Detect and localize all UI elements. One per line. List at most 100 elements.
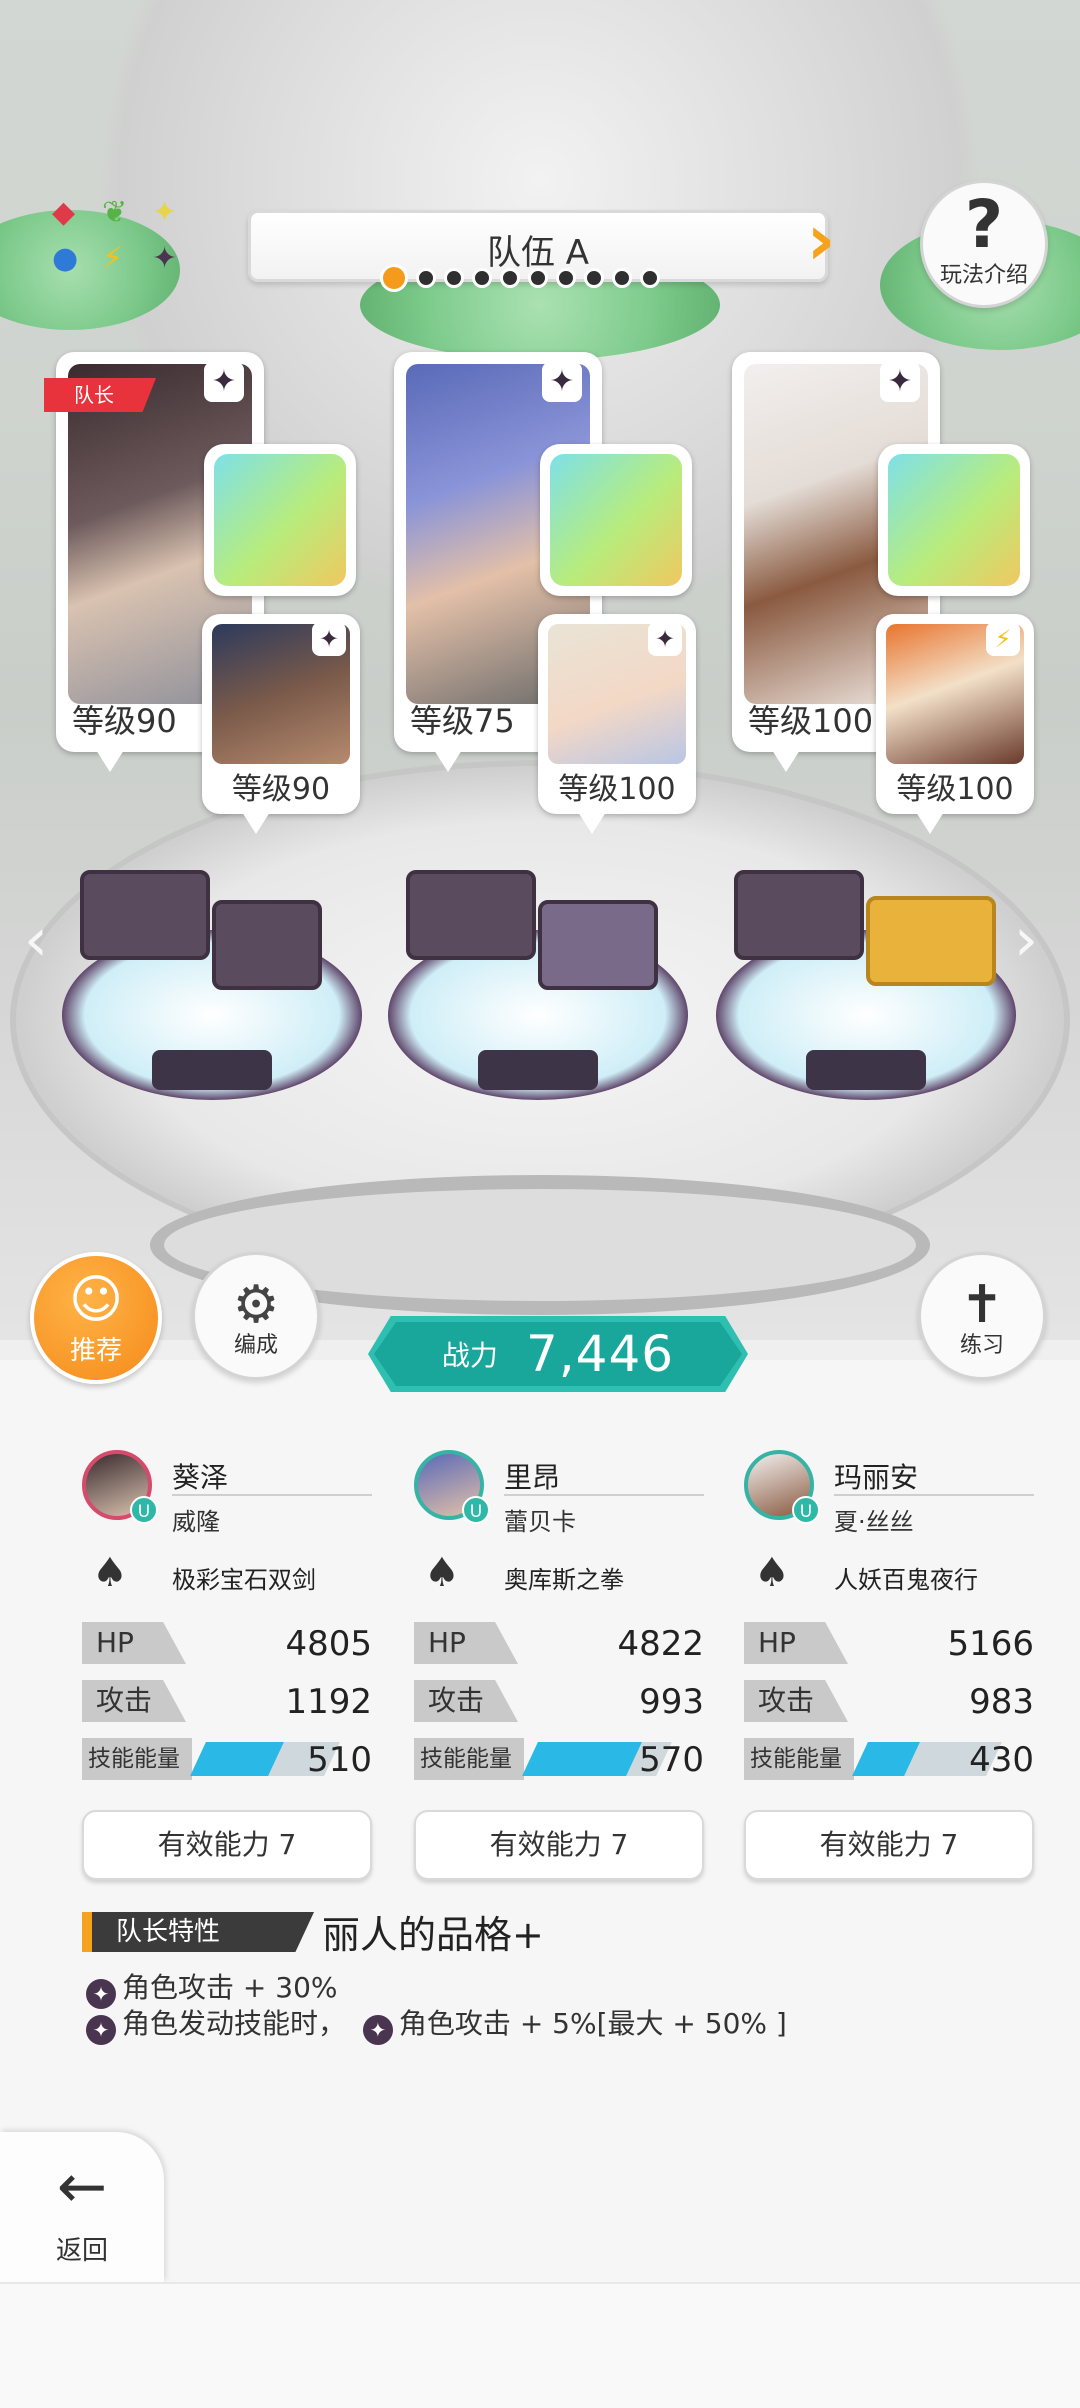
next-team-arrow[interactable]: › bbox=[796, 200, 846, 280]
formation-label: 编成 bbox=[233, 1333, 278, 1358]
effective-ability-button[interactable]: 有效能力 7 bbox=[744, 1810, 1034, 1880]
energy-label: 技能能量 bbox=[82, 1738, 192, 1780]
page-dot[interactable] bbox=[612, 268, 632, 288]
support-name: 威隆 bbox=[172, 1508, 220, 1536]
character-level: 等级90 bbox=[72, 702, 177, 740]
support-name: 夏·丝丝 bbox=[834, 1508, 914, 1536]
hp-label: HP bbox=[414, 1622, 518, 1664]
weapon-slot-3[interactable] bbox=[878, 444, 1030, 596]
scene-left-arrow[interactable]: ‹ bbox=[24, 905, 48, 975]
leader-tag: 队长 bbox=[44, 378, 156, 412]
bottom-bar bbox=[0, 2282, 1080, 2408]
page-dot[interactable] bbox=[584, 268, 604, 288]
weapon-icon bbox=[550, 454, 682, 586]
lightning-icon: ⚡ bbox=[102, 241, 124, 276]
pedestal-3 bbox=[716, 860, 1016, 1100]
hp-label: HP bbox=[744, 1622, 848, 1664]
hp-row: HP 4805 bbox=[82, 1622, 372, 1664]
leader-trait-line-2: ✦ 角色发动技能时， ✦ 角色攻击 + 5%[最大 + 50% ] bbox=[86, 2002, 787, 2045]
page-dot[interactable] bbox=[528, 268, 548, 288]
support-level: 等级90 bbox=[231, 772, 331, 807]
leaf-icon: ❦ bbox=[102, 195, 128, 230]
practice-label: 练习 bbox=[959, 1333, 1004, 1358]
scene-right-arrow[interactable]: › bbox=[1014, 905, 1038, 975]
hp-value: 4822 bbox=[617, 1624, 704, 1664]
energy-label: 技能能量 bbox=[744, 1738, 854, 1780]
unison-badge-icon: U bbox=[130, 1496, 158, 1524]
page-dot[interactable] bbox=[444, 268, 464, 288]
card-tail bbox=[242, 812, 270, 834]
practice-button[interactable]: ✝ 练习 bbox=[918, 1252, 1046, 1380]
unison-badge-icon: U bbox=[792, 1496, 820, 1524]
hp-value: 5166 bbox=[947, 1624, 1034, 1664]
name-divider bbox=[834, 1494, 1034, 1496]
formation-button[interactable]: ⚙ 编成 bbox=[192, 1252, 320, 1380]
page-dot[interactable] bbox=[472, 268, 492, 288]
support-level: 等级100 bbox=[896, 772, 1014, 807]
question-icon: ? bbox=[964, 186, 1004, 263]
dark-element-icon: ✦ bbox=[542, 362, 582, 402]
weapon-name: 人妖百鬼夜行 bbox=[834, 1566, 978, 1594]
pedestal-block bbox=[734, 870, 864, 960]
page-dot[interactable] bbox=[640, 268, 660, 288]
character-level: 等级75 bbox=[410, 702, 515, 740]
recommend-label: 推荐 bbox=[69, 1336, 122, 1366]
weapon-name: 极彩宝石双剑 bbox=[172, 1566, 316, 1594]
pedestal-plate bbox=[152, 1050, 272, 1090]
dark-element-icon: ✦ bbox=[204, 362, 244, 402]
dark-star-icon: ✦ bbox=[152, 241, 178, 276]
attack-row: 攻击 983 bbox=[744, 1680, 1034, 1722]
element-chart[interactable]: ◆ ❦ ✦ ● ⚡ ✦ bbox=[52, 198, 192, 288]
recommend-icon: ☺ bbox=[68, 1270, 124, 1330]
back-button[interactable]: ← 返回 bbox=[0, 2132, 164, 2282]
attack-row: 攻击 1192 bbox=[82, 1680, 372, 1722]
dark-element-icon: ✦ bbox=[880, 362, 920, 402]
page-dot[interactable] bbox=[556, 268, 576, 288]
help-label: 玩法介绍 bbox=[939, 263, 1028, 288]
weapon-icon bbox=[888, 454, 1020, 586]
pedestal-block bbox=[538, 900, 658, 990]
fire-diamond-icon: ◆ bbox=[52, 195, 76, 230]
arrow-left-icon: ← bbox=[56, 2152, 108, 2222]
dark-element-icon: ✦ bbox=[86, 2015, 116, 2045]
team-page-dots bbox=[380, 264, 660, 292]
trait-text: 角色攻击 + 5%[最大 + 50% ] bbox=[398, 2007, 787, 2040]
support-name: 蕾贝卡 bbox=[504, 1508, 576, 1536]
attack-value: 983 bbox=[969, 1682, 1034, 1722]
weapon-name: 奥库斯之拳 bbox=[504, 1566, 624, 1594]
pedestal-block bbox=[212, 900, 322, 990]
weapon-slot-2[interactable] bbox=[540, 444, 692, 596]
energy-value: 570 bbox=[639, 1740, 704, 1780]
weapon-type-icon: ♠ bbox=[92, 1550, 128, 1596]
attack-label: 攻击 bbox=[744, 1680, 848, 1722]
dark-element-icon: ✦ bbox=[312, 622, 346, 656]
support-character-card-1[interactable]: ✦ 等级90 bbox=[202, 614, 360, 834]
page-dot[interactable] bbox=[500, 268, 520, 288]
pedestal-plate bbox=[478, 1050, 598, 1090]
team-power-box: 战力 7,446 bbox=[368, 1316, 748, 1392]
sparkle-icon: ✦ bbox=[152, 195, 178, 230]
energy-value: 510 bbox=[307, 1740, 372, 1780]
effective-ability-button[interactable]: 有效能力 7 bbox=[414, 1810, 704, 1880]
help-button[interactable]: ? 玩法介绍 bbox=[920, 180, 1048, 308]
page-dot-active[interactable] bbox=[380, 264, 408, 292]
pedestal-block bbox=[80, 870, 210, 960]
energy-value: 430 bbox=[969, 1740, 1034, 1780]
power-label: 战力 bbox=[441, 1339, 498, 1372]
hp-row: HP 5166 bbox=[744, 1622, 1034, 1664]
page-dot[interactable] bbox=[416, 268, 436, 288]
hp-value: 4805 bbox=[285, 1624, 372, 1664]
weapon-slot-1[interactable] bbox=[204, 444, 356, 596]
support-character-card-3[interactable]: ⚡ 等级100 bbox=[876, 614, 1034, 834]
energy-row: 技能能量 430 bbox=[744, 1738, 1034, 1780]
support-character-card-2[interactable]: ✦ 等级100 bbox=[538, 614, 696, 834]
weapon-type-icon: ♠ bbox=[424, 1550, 460, 1596]
energy-row: 技能能量 570 bbox=[414, 1738, 704, 1780]
effective-ability-button[interactable]: 有效能力 7 bbox=[82, 1810, 372, 1880]
power-value: 7,446 bbox=[525, 1325, 675, 1383]
recommend-button[interactable]: ☺ 推荐 bbox=[30, 1252, 162, 1384]
card-tail bbox=[434, 750, 462, 772]
energy-label: 技能能量 bbox=[414, 1738, 524, 1780]
back-label: 返回 bbox=[55, 2236, 108, 2266]
card-tail bbox=[916, 812, 944, 834]
